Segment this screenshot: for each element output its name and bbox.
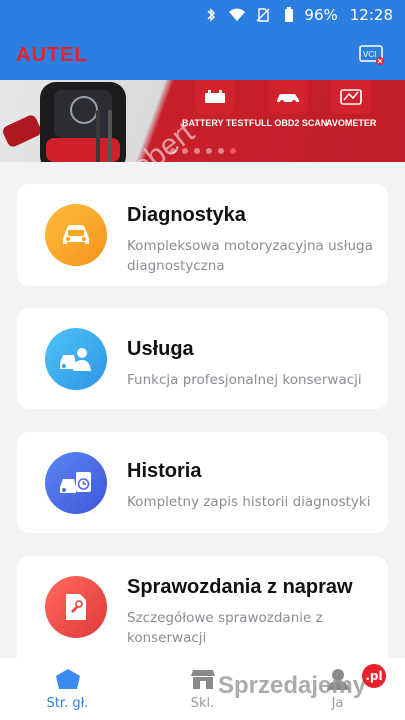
sprzedajemy-watermark: Sprzedajemy xyxy=(218,672,367,699)
battery-test-icon xyxy=(195,80,236,114)
service-icon xyxy=(45,328,107,390)
car-scan-icon xyxy=(268,80,309,114)
banner-pagination xyxy=(0,148,405,154)
nav-item-home[interactable]: Str. gł. xyxy=(0,658,135,720)
battery-percent: 96% xyxy=(304,6,338,24)
battery-icon xyxy=(285,7,294,22)
meter-icon xyxy=(331,80,372,114)
card-usluga[interactable]: Usługa Funkcja profesjonalnej konserwacj… xyxy=(17,308,388,409)
no-sim-icon xyxy=(256,8,270,22)
card-title: Usługa xyxy=(127,338,194,360)
sprzedajemy-badge: .pl xyxy=(362,664,386,688)
feature-label: FULL OBD2 SCAN xyxy=(249,118,328,128)
home-icon xyxy=(55,669,80,689)
app-bar: AUTEL VCI xyxy=(0,30,405,80)
store-icon xyxy=(190,670,215,689)
card-title: Historia xyxy=(127,460,202,482)
vci-connection-icon[interactable]: VCI xyxy=(359,45,385,65)
card-subtitle: Funkcja profesjonalnej konserwacji xyxy=(127,372,362,388)
wifi-icon xyxy=(229,8,246,21)
card-historia[interactable]: Historia Kompletny zapis historii diagno… xyxy=(17,432,388,533)
pagination-dot[interactable] xyxy=(217,148,224,154)
pagination-dot-active[interactable] xyxy=(229,148,236,154)
card-subtitle: Szczegółowe sprawozdanie z konserwacji xyxy=(127,610,323,646)
pagination-dot[interactable] xyxy=(205,148,212,154)
pagination-dot[interactable] xyxy=(193,148,200,154)
history-icon xyxy=(45,452,107,514)
pagination-dot[interactable] xyxy=(169,148,176,154)
card-subtitle: Kompletny zapis historii diagnostyki xyxy=(127,494,371,510)
vci-label: VCI xyxy=(363,50,376,59)
card-sprawozdania[interactable]: Sprawozdania z napraw Szczegółowe sprawo… xyxy=(17,556,388,658)
nav-label: Skl. xyxy=(190,696,215,711)
card-diagnostyka[interactable]: Diagnostyka Kompleksowa motoryzacyjna us… xyxy=(17,184,388,286)
clock: 12:28 xyxy=(349,6,393,24)
clamp-image xyxy=(1,113,43,149)
feature-label: BATTERY TEST xyxy=(182,118,249,128)
pagination-dot[interactable] xyxy=(181,148,188,154)
card-subtitle: Kompleksowa motoryzacyjna usługa diagnos… xyxy=(127,238,373,274)
status-bar: 96% 12:28 xyxy=(0,0,405,30)
feature-label: AVOMETER xyxy=(326,118,377,128)
car-icon xyxy=(45,204,107,266)
card-title: Sprawozdania z napraw xyxy=(127,576,353,598)
bluetooth-icon xyxy=(207,8,216,22)
nav-label: Str. gł. xyxy=(46,696,89,711)
report-icon xyxy=(45,576,107,638)
card-title: Diagnostyka xyxy=(127,204,246,226)
autel-logo: AUTEL xyxy=(16,43,88,66)
